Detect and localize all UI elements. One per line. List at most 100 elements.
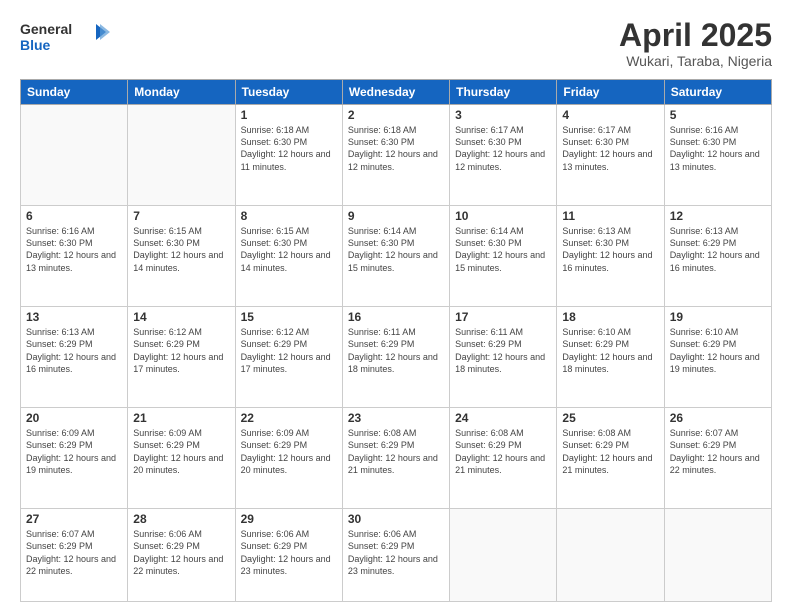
day-number: 6 xyxy=(26,209,122,223)
day-info: Sunrise: 6:15 AM Sunset: 6:30 PM Dayligh… xyxy=(133,225,229,274)
day-info: Sunrise: 6:10 AM Sunset: 6:29 PM Dayligh… xyxy=(670,326,766,375)
day-number: 17 xyxy=(455,310,551,324)
day-info: Sunrise: 6:06 AM Sunset: 6:29 PM Dayligh… xyxy=(241,528,337,577)
day-number: 8 xyxy=(241,209,337,223)
day-info: Sunrise: 6:13 AM Sunset: 6:29 PM Dayligh… xyxy=(670,225,766,274)
col-tuesday: Tuesday xyxy=(235,80,342,105)
day-number: 19 xyxy=(670,310,766,324)
day-info: Sunrise: 6:13 AM Sunset: 6:30 PM Dayligh… xyxy=(562,225,658,274)
svg-text:General: General xyxy=(20,21,72,37)
day-number: 15 xyxy=(241,310,337,324)
day-info: Sunrise: 6:16 AM Sunset: 6:30 PM Dayligh… xyxy=(26,225,122,274)
day-number: 23 xyxy=(348,411,444,425)
svg-text:Blue: Blue xyxy=(20,37,51,53)
table-row xyxy=(557,509,664,602)
day-info: Sunrise: 6:13 AM Sunset: 6:29 PM Dayligh… xyxy=(26,326,122,375)
day-info: Sunrise: 6:06 AM Sunset: 6:29 PM Dayligh… xyxy=(133,528,229,577)
table-row: 20 Sunrise: 6:09 AM Sunset: 6:29 PM Dayli… xyxy=(21,408,128,509)
table-row: 29 Sunrise: 6:06 AM Sunset: 6:29 PM Dayli… xyxy=(235,509,342,602)
day-number: 22 xyxy=(241,411,337,425)
day-info: Sunrise: 6:12 AM Sunset: 6:29 PM Dayligh… xyxy=(133,326,229,375)
day-number: 4 xyxy=(562,108,658,122)
table-row: 22 Sunrise: 6:09 AM Sunset: 6:29 PM Dayli… xyxy=(235,408,342,509)
table-row xyxy=(450,509,557,602)
day-info: Sunrise: 6:08 AM Sunset: 6:29 PM Dayligh… xyxy=(348,427,444,476)
day-number: 5 xyxy=(670,108,766,122)
day-info: Sunrise: 6:18 AM Sunset: 6:30 PM Dayligh… xyxy=(241,124,337,173)
table-row: 2 Sunrise: 6:18 AM Sunset: 6:30 PM Daylig… xyxy=(342,105,449,206)
table-row: 6 Sunrise: 6:16 AM Sunset: 6:30 PM Daylig… xyxy=(21,206,128,307)
day-info: Sunrise: 6:11 AM Sunset: 6:29 PM Dayligh… xyxy=(348,326,444,375)
day-info: Sunrise: 6:09 AM Sunset: 6:29 PM Dayligh… xyxy=(241,427,337,476)
day-info: Sunrise: 6:17 AM Sunset: 6:30 PM Dayligh… xyxy=(562,124,658,173)
table-row: 18 Sunrise: 6:10 AM Sunset: 6:29 PM Dayli… xyxy=(557,307,664,408)
day-info: Sunrise: 6:09 AM Sunset: 6:29 PM Dayligh… xyxy=(26,427,122,476)
day-info: Sunrise: 6:07 AM Sunset: 6:29 PM Dayligh… xyxy=(670,427,766,476)
col-friday: Friday xyxy=(557,80,664,105)
col-saturday: Saturday xyxy=(664,80,771,105)
day-number: 27 xyxy=(26,512,122,526)
day-info: Sunrise: 6:11 AM Sunset: 6:29 PM Dayligh… xyxy=(455,326,551,375)
col-thursday: Thursday xyxy=(450,80,557,105)
day-info: Sunrise: 6:15 AM Sunset: 6:30 PM Dayligh… xyxy=(241,225,337,274)
table-row: 9 Sunrise: 6:14 AM Sunset: 6:30 PM Daylig… xyxy=(342,206,449,307)
table-row xyxy=(128,105,235,206)
day-info: Sunrise: 6:08 AM Sunset: 6:29 PM Dayligh… xyxy=(455,427,551,476)
day-number: 20 xyxy=(26,411,122,425)
col-monday: Monday xyxy=(128,80,235,105)
table-row: 17 Sunrise: 6:11 AM Sunset: 6:29 PM Dayli… xyxy=(450,307,557,408)
day-info: Sunrise: 6:08 AM Sunset: 6:29 PM Dayligh… xyxy=(562,427,658,476)
day-number: 25 xyxy=(562,411,658,425)
table-row: 16 Sunrise: 6:11 AM Sunset: 6:29 PM Dayli… xyxy=(342,307,449,408)
day-info: Sunrise: 6:12 AM Sunset: 6:29 PM Dayligh… xyxy=(241,326,337,375)
day-info: Sunrise: 6:07 AM Sunset: 6:29 PM Dayligh… xyxy=(26,528,122,577)
table-row: 13 Sunrise: 6:13 AM Sunset: 6:29 PM Dayli… xyxy=(21,307,128,408)
day-number: 29 xyxy=(241,512,337,526)
table-row: 4 Sunrise: 6:17 AM Sunset: 6:30 PM Daylig… xyxy=(557,105,664,206)
page-header: General Blue April 2025 Wukari, Taraba, … xyxy=(20,18,772,69)
day-info: Sunrise: 6:17 AM Sunset: 6:30 PM Dayligh… xyxy=(455,124,551,173)
day-info: Sunrise: 6:18 AM Sunset: 6:30 PM Dayligh… xyxy=(348,124,444,173)
calendar-header-row: Sunday Monday Tuesday Wednesday Thursday… xyxy=(21,80,772,105)
month-title: April 2025 xyxy=(619,18,772,53)
col-sunday: Sunday xyxy=(21,80,128,105)
table-row: 28 Sunrise: 6:06 AM Sunset: 6:29 PM Dayli… xyxy=(128,509,235,602)
day-number: 28 xyxy=(133,512,229,526)
title-block: April 2025 Wukari, Taraba, Nigeria xyxy=(619,18,772,69)
day-number: 2 xyxy=(348,108,444,122)
day-number: 12 xyxy=(670,209,766,223)
day-info: Sunrise: 6:16 AM Sunset: 6:30 PM Dayligh… xyxy=(670,124,766,173)
table-row: 12 Sunrise: 6:13 AM Sunset: 6:29 PM Dayli… xyxy=(664,206,771,307)
table-row: 24Sunrise: 6:08 AM Sunset: 6:29 PM Dayli… xyxy=(450,408,557,509)
table-row: 5 Sunrise: 6:16 AM Sunset: 6:30 PM Daylig… xyxy=(664,105,771,206)
day-number: 7 xyxy=(133,209,229,223)
logo-svg: General Blue xyxy=(20,18,110,54)
day-info: Sunrise: 6:14 AM Sunset: 6:30 PM Dayligh… xyxy=(455,225,551,274)
table-row: 25 Sunrise: 6:08 AM Sunset: 6:29 PM Dayli… xyxy=(557,408,664,509)
logo: General Blue xyxy=(20,18,110,54)
table-row: 15 Sunrise: 6:12 AM Sunset: 6:29 PM Dayli… xyxy=(235,307,342,408)
table-row: 14 Sunrise: 6:12 AM Sunset: 6:29 PM Dayli… xyxy=(128,307,235,408)
day-number: 14 xyxy=(133,310,229,324)
calendar-table: Sunday Monday Tuesday Wednesday Thursday… xyxy=(20,79,772,602)
table-row: 19 Sunrise: 6:10 AM Sunset: 6:29 PM Dayli… xyxy=(664,307,771,408)
table-row: 7 Sunrise: 6:15 AM Sunset: 6:30 PM Daylig… xyxy=(128,206,235,307)
table-row: 11Sunrise: 6:13 AM Sunset: 6:30 PM Dayli… xyxy=(557,206,664,307)
day-number: 9 xyxy=(348,209,444,223)
table-row: 1Sunrise: 6:18 AM Sunset: 6:30 PM Daylig… xyxy=(235,105,342,206)
table-row: 23 Sunrise: 6:08 AM Sunset: 6:29 PM Dayli… xyxy=(342,408,449,509)
day-number: 16 xyxy=(348,310,444,324)
col-wednesday: Wednesday xyxy=(342,80,449,105)
day-number: 18 xyxy=(562,310,658,324)
day-info: Sunrise: 6:14 AM Sunset: 6:30 PM Dayligh… xyxy=(348,225,444,274)
location: Wukari, Taraba, Nigeria xyxy=(619,53,772,69)
day-number: 13 xyxy=(26,310,122,324)
table-row: 26 Sunrise: 6:07 AM Sunset: 6:29 PM Dayli… xyxy=(664,408,771,509)
day-number: 21 xyxy=(133,411,229,425)
table-row: 30 Sunrise: 6:06 AM Sunset: 6:29 PM Dayli… xyxy=(342,509,449,602)
day-info: Sunrise: 6:06 AM Sunset: 6:29 PM Dayligh… xyxy=(348,528,444,577)
day-info: Sunrise: 6:10 AM Sunset: 6:29 PM Dayligh… xyxy=(562,326,658,375)
day-number: 30 xyxy=(348,512,444,526)
day-number: 3 xyxy=(455,108,551,122)
day-number: 26 xyxy=(670,411,766,425)
